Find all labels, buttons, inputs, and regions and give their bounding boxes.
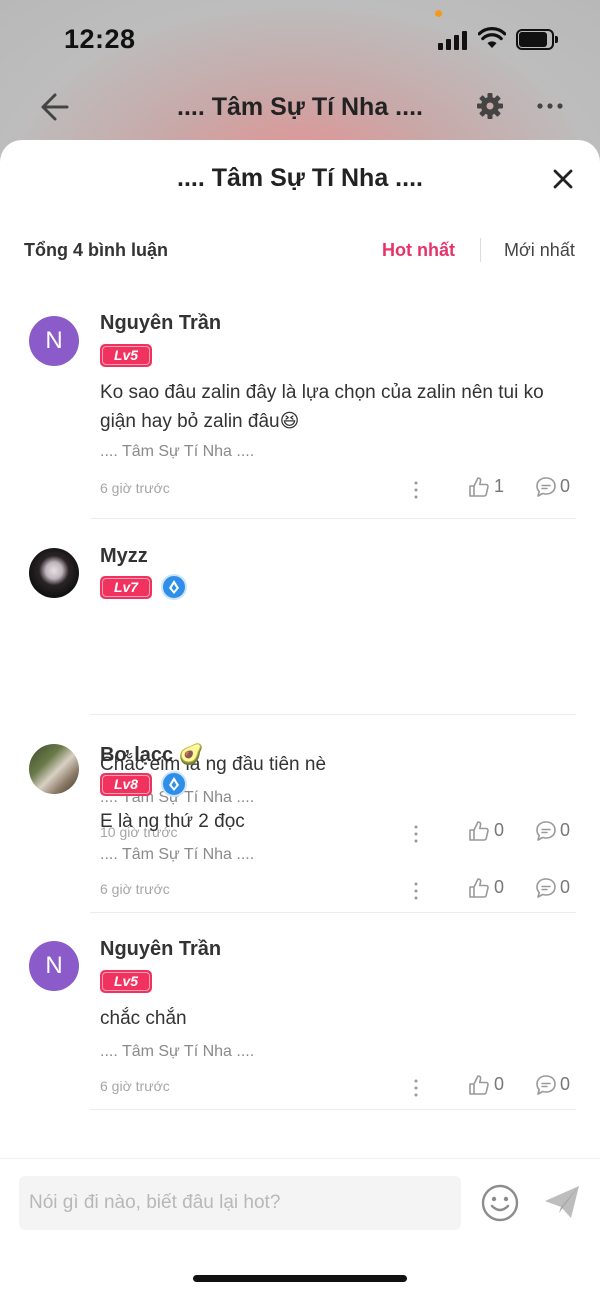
cellular-signal-icon <box>438 30 468 50</box>
like-button[interactable]: 0 <box>468 1074 504 1098</box>
background-nav-bar: .... Tâm Sự Tí Nha .... <box>0 80 600 136</box>
reply-button[interactable]: 0 <box>535 1074 570 1098</box>
home-indicator <box>193 1275 407 1282</box>
comment-divider <box>90 518 576 519</box>
battery-icon <box>516 29 558 50</box>
reply-button[interactable]: 0 <box>535 877 570 901</box>
comment-source[interactable]: .... Tâm Sự Tí Nha .... <box>100 443 254 461</box>
comment-time: 6 giờ trước <box>100 480 170 496</box>
avatar[interactable]: N <box>29 316 79 366</box>
like-count: 0 <box>494 1074 505 1094</box>
level-badge: Lv8 <box>100 773 152 796</box>
comment-text: Ko sao đâu zalin đây là lựa chọn của zal… <box>100 382 544 432</box>
comment-time: 6 giờ trước <box>100 881 170 897</box>
gear-icon[interactable] <box>476 92 504 120</box>
send-icon[interactable] <box>543 1183 581 1221</box>
level-badge: Lv5 <box>100 344 152 367</box>
comment-divider <box>90 1109 576 1110</box>
status-bar: 12:28 <box>0 0 600 80</box>
comment-time: 6 giờ trước <box>100 1078 170 1094</box>
more-horizontal-icon[interactable] <box>536 92 564 120</box>
more-vertical-icon[interactable] <box>408 881 424 901</box>
like-button[interactable]: 1 <box>468 476 504 500</box>
privacy-indicator-dot <box>435 10 442 17</box>
status-time: 12:28 <box>64 24 136 54</box>
comments-summary-row: Tổng 4 bình luận Hot nhất Mới nhất <box>24 238 576 266</box>
wifi-icon <box>478 27 506 48</box>
comment-source[interactable]: .... Tâm Sự Tí Nha .... <box>100 1043 254 1061</box>
reply-count: 0 <box>560 1074 571 1094</box>
level-badge: Lv7 <box>100 576 152 599</box>
level-badge: Lv5 <box>100 970 152 993</box>
sort-newest-tab[interactable]: Mới nhất <box>504 240 575 261</box>
comment-input[interactable] <box>19 1176 461 1230</box>
sheet-title: .... Tâm Sự Tí Nha .... <box>177 164 423 192</box>
avatar[interactable] <box>29 548 79 598</box>
reply-count: 0 <box>560 476 571 496</box>
like-count: 1 <box>494 476 505 496</box>
comment-divider <box>90 714 576 715</box>
reply-count: 0 <box>560 877 571 897</box>
comment-username[interactable]: Nguyên Trần <box>100 938 221 961</box>
avatar[interactable]: N <box>29 941 79 991</box>
thumbs-up-icon <box>469 1075 489 1095</box>
comment-username[interactable]: Myzz <box>100 545 148 568</box>
comment-divider <box>90 912 576 913</box>
sort-divider <box>480 238 481 262</box>
comment-username[interactable]: Bơ lạcc 🥑 <box>100 742 204 767</box>
vip-badge-icon <box>161 771 187 797</box>
comment-text: E là ng thứ 2 đọc <box>100 811 245 832</box>
comment-bubble-icon <box>536 477 556 497</box>
comment-username-text: Bơ lạcc <box>100 744 174 766</box>
like-count: 0 <box>494 877 505 897</box>
background-page-title: .... Tâm Sự Tí Nha .... <box>177 93 423 121</box>
comments-sheet: .... Tâm Sự Tí Nha .... Tổng 4 bình luận… <box>0 140 600 1299</box>
comment-username[interactable]: Nguyên Trần <box>100 312 221 335</box>
thumbs-up-icon <box>469 477 489 497</box>
smiley-icon[interactable] <box>480 1183 520 1223</box>
comment-bubble-icon <box>536 1075 556 1095</box>
avatar[interactable] <box>29 744 79 794</box>
like-button[interactable]: 0 <box>468 877 504 901</box>
more-vertical-icon[interactable] <box>408 1078 424 1098</box>
sort-hot-tab[interactable]: Hot nhất <box>382 240 455 261</box>
total-comments-label: Tổng 4 bình luận <box>24 240 168 260</box>
comment-text: chắc chắn <box>100 1008 187 1029</box>
comment-bubble-icon <box>536 878 556 898</box>
more-vertical-icon[interactable] <box>408 480 424 500</box>
reply-button[interactable]: 0 <box>535 476 570 500</box>
avocado-emoji: 🥑 <box>178 744 204 766</box>
close-icon[interactable] <box>550 166 576 192</box>
comment-source[interactable]: .... Tâm Sự Tí Nha .... <box>100 846 254 864</box>
vip-badge-icon <box>161 574 187 600</box>
thumbs-up-icon <box>469 878 489 898</box>
